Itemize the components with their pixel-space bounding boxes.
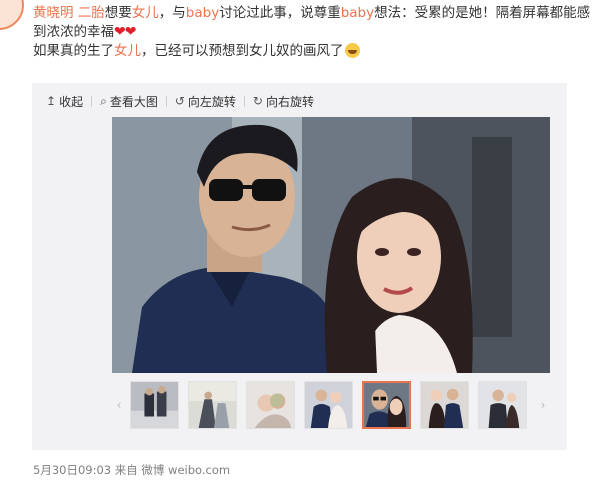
thumbnail-5-active[interactable] [362, 381, 411, 429]
post-text-1b: 想要 [104, 5, 132, 21]
view-large-button[interactable]: ⌕ 查看大图 [100, 93, 158, 110]
thumbnail-list [130, 381, 530, 431]
post-text-1f: 讨论过此事，说尊重 [219, 5, 341, 21]
source-link[interactable]: 微博 weibo.com [141, 463, 230, 477]
post-footer: 5月30日09:03 来自 微博 weibo.com [33, 462, 230, 478]
prev-arrow-button[interactable]: ‹ [112, 379, 126, 431]
main-photo[interactable] [112, 117, 550, 373]
magnifier-icon: ⌕ [100, 93, 107, 108]
thumbnail-7[interactable] [478, 381, 527, 429]
post-text-3c: ，已经可以预想到女儿奴的画风了 [141, 43, 344, 59]
couple-photo [112, 117, 550, 373]
avatar[interactable] [0, 0, 24, 30]
rotate-left-icon: ↺ [174, 94, 185, 108]
next-arrow-button[interactable]: › [536, 379, 550, 431]
author-link[interactable]: 黄晓明 [33, 5, 74, 21]
media-toolbar: ↥ 收起 ⌕ 查看大图 ↺ 向左旋转 ↻ 向右旋转 [46, 92, 314, 110]
post-text-1h: 想法：受累的是她！隔着屏幕都能感 [374, 5, 591, 21]
thumbnail-image [364, 383, 409, 427]
post-text-1d: ，与 [158, 5, 186, 21]
post-text: 黄晓明 二胎想要女儿，与baby讨论过此事，说尊重baby想法：受累的是她！隔着… [33, 4, 603, 61]
toolbar-divider [165, 95, 167, 107]
from-label: 来自 [114, 463, 138, 477]
thumbnail-image [479, 382, 526, 428]
hearts-emoji: ❤❤ [114, 24, 136, 40]
rotate-right-button[interactable]: ↻ 向右旋转 [253, 93, 314, 110]
collapse-label: 收起 [59, 94, 84, 109]
thumbnail-image [421, 382, 468, 428]
thumbnail-6[interactable] [420, 381, 469, 429]
post-line-3: 如果真的生了女儿，已经可以预想到女儿奴的画风了 [33, 42, 603, 61]
thumbnail-image [247, 382, 294, 428]
collapse-icon: ↥ [46, 94, 57, 108]
post-line-1: 黄晓明 二胎想要女儿，与baby讨论过此事，说尊重baby想法：受累的是她！隔着… [33, 4, 603, 23]
mention-baby-2[interactable]: baby [341, 5, 374, 21]
thumbnail-strip: ‹ › [112, 379, 550, 435]
view-large-label: 查看大图 [109, 94, 158, 109]
thumbnail-1[interactable] [130, 381, 179, 429]
rotate-right-icon: ↻ [252, 94, 263, 108]
rotate-left-button[interactable]: ↺ 向左旋转 [175, 93, 236, 110]
collapse-button[interactable]: ↥ 收起 [46, 93, 83, 110]
thumbnail-3[interactable] [246, 381, 295, 429]
thumbnail-image [131, 382, 178, 428]
post-time-link[interactable]: 5月30日09:03 [33, 463, 111, 477]
post-line-2: 到浓浓的幸福❤❤ [33, 23, 603, 42]
thumbnail-image [189, 382, 236, 428]
thumbnail-2[interactable] [188, 381, 237, 429]
mention-baby-1[interactable]: baby [186, 5, 219, 21]
toolbar-divider [243, 95, 245, 107]
post-text-2: 到浓浓的幸福 [33, 24, 114, 40]
toolbar-divider [91, 95, 93, 107]
thumbnail-4[interactable] [304, 381, 353, 429]
topic-link-girl-2[interactable]: 女儿 [114, 43, 141, 59]
post-text-3a: 如果真的生了 [33, 43, 114, 59]
post-text-1a: 二胎 [77, 5, 105, 21]
topic-link-girl[interactable]: 女儿 [132, 5, 159, 21]
rotate-left-label: 向左旋转 [187, 94, 236, 109]
rotate-right-label: 向右旋转 [265, 94, 314, 109]
media-panel: ↥ 收起 ⌕ 查看大图 ↺ 向左旋转 ↻ 向右旋转 ‹ › [32, 83, 567, 450]
grin-emoji-icon [344, 43, 360, 58]
thumbnail-image [305, 382, 352, 428]
